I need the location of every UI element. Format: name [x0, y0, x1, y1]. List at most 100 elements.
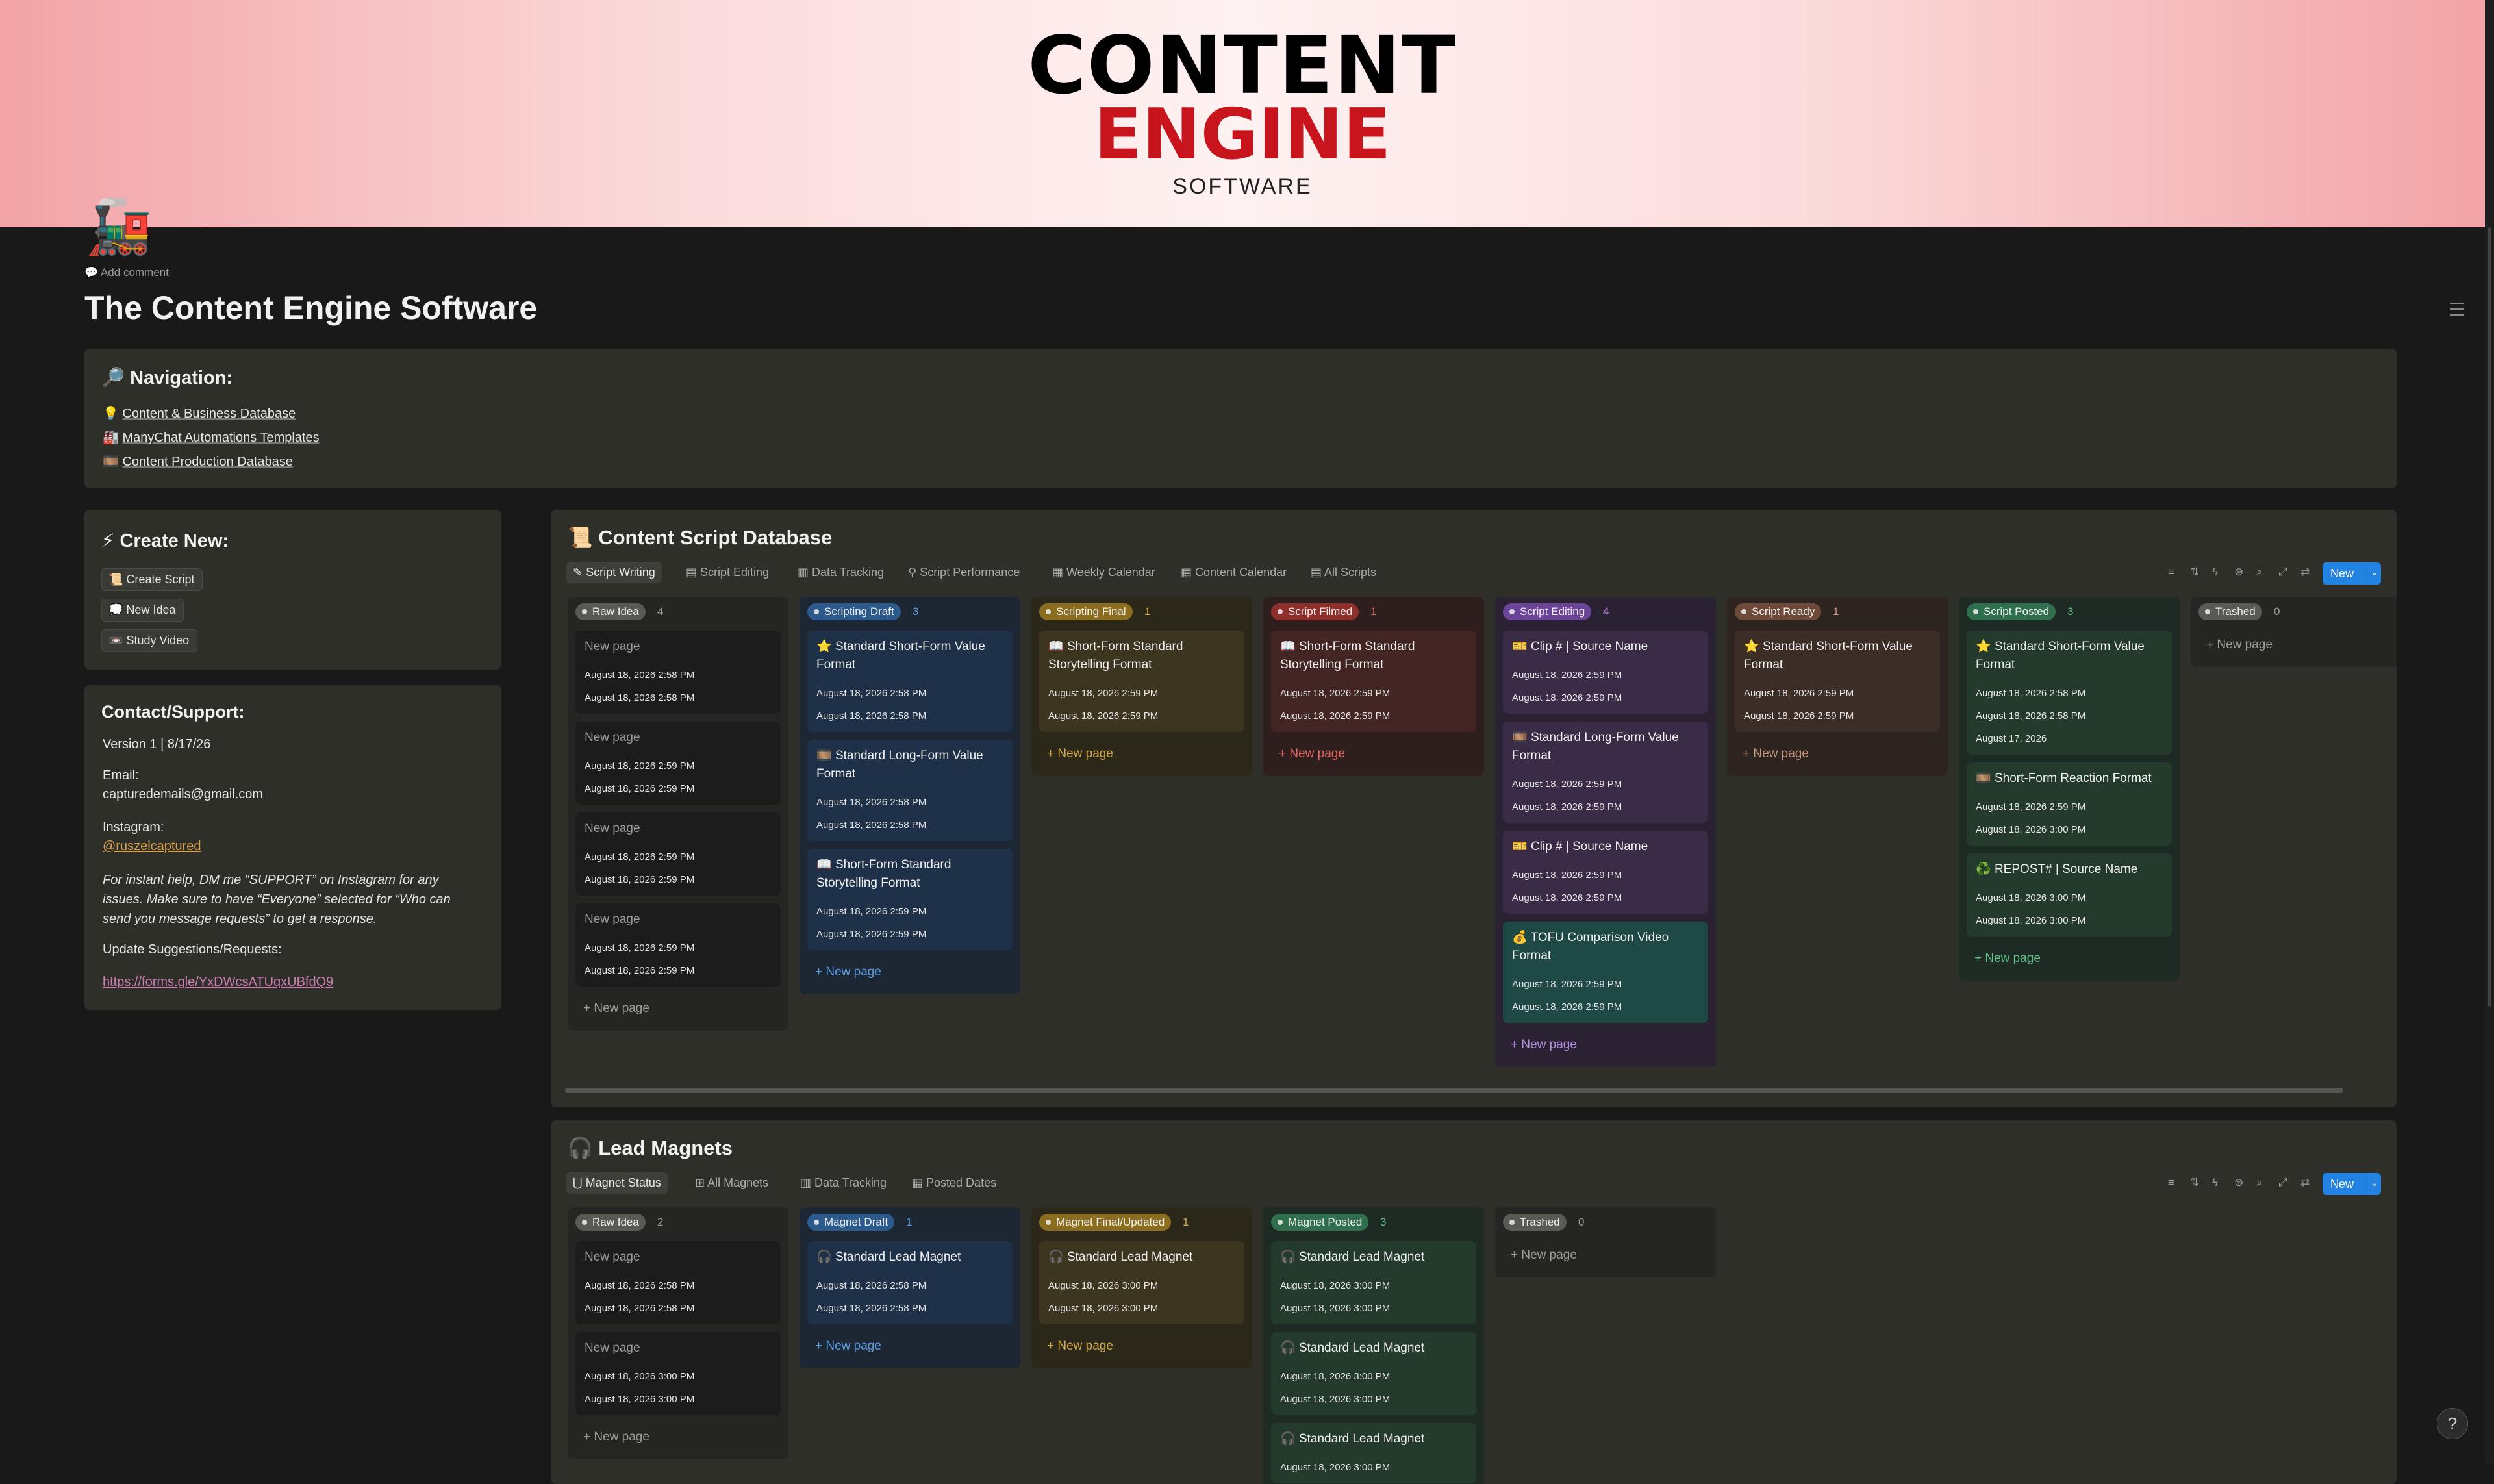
new-page-button[interactable]: + New page — [1271, 740, 1476, 768]
automation-icon[interactable]: ϟ — [2212, 566, 2218, 579]
kanban-card[interactable]: New page August 18, 2026 2:59 PM August 18… — [575, 812, 781, 896]
tab-data-tracking[interactable]: ▥ Data Tracking — [794, 1172, 893, 1194]
column-status-tag[interactable]: Script Editing — [1503, 603, 1592, 620]
kanban-card[interactable]: 🎫 Clip # | Source Name August 18, 2026 2:… — [1503, 631, 1708, 714]
kanban-card[interactable]: New page August 18, 2026 2:58 PM August 18… — [575, 631, 781, 714]
tab-magnet-status[interactable]: ⋃ Magnet Status — [566, 1172, 668, 1194]
tab-script-performance[interactable]: ⚲ Script Performance — [901, 562, 1026, 583]
column-status-tag[interactable]: Magnet Draft — [807, 1214, 895, 1231]
kanban-card[interactable]: 🎞️ Standard Long-Form Value Format August… — [807, 740, 1013, 841]
kanban-card[interactable]: 🎧 Standard Lead Magnet August 18, 2026 3:… — [1271, 1332, 1476, 1415]
new-page-button[interactable]: + New page — [1503, 1241, 1708, 1270]
new-page-button[interactable]: + New page — [1503, 1031, 1708, 1059]
script-db-title[interactable]: 📜 Content Script Database — [568, 525, 832, 549]
help-icon[interactable]: ? — [2437, 1408, 2468, 1439]
kanban-card[interactable]: 🎧 Standard Lead Magnet August 18, 2026 3:… — [1039, 1241, 1244, 1324]
locomotive-icon[interactable]: 🚂 — [86, 195, 152, 260]
form-link[interactable]: https://forms.gle/YxDWcsATUqxUBfdQ9 — [103, 975, 333, 990]
kanban-card[interactable]: 🎧 Standard Lead Magnet August 18, 2026 2:… — [807, 1241, 1013, 1324]
new-magnet-button[interactable]: New ⌄ — [2323, 1173, 2381, 1195]
grid-icon: ⊞ — [695, 1176, 708, 1189]
kanban-card[interactable]: New page August 18, 2026 3:00 PM August 18… — [575, 1332, 781, 1415]
new-page-button[interactable]: + New page — [575, 1423, 781, 1452]
kanban-card[interactable]: 🎞️ Short-Form Reaction Format August 18, … — [1967, 762, 2172, 846]
ai-search-icon[interactable]: ⊛ — [2234, 566, 2243, 579]
column-status-tag[interactable]: Raw Idea — [575, 1214, 646, 1231]
page-title[interactable]: The Content Engine Software — [84, 289, 537, 327]
card-title-text: Standard Lead Magnet — [1298, 1250, 1425, 1264]
tab-content-calendar[interactable]: ▦ Content Calendar — [1174, 562, 1293, 583]
kanban-card[interactable]: ⭐ Standard Short-Form Value Format August… — [1967, 631, 2172, 755]
lead-db-title[interactable]: 🎧 Lead Magnets — [568, 1136, 733, 1160]
column-status-tag[interactable]: Script Ready — [1735, 603, 1822, 620]
column-status-tag[interactable]: Magnet Final/Updated — [1039, 1214, 1172, 1231]
tab-posted-dates[interactable]: ▦ Posted Dates — [905, 1172, 1003, 1194]
nav-link-manychat[interactable]: 🏭 ManyChat Automations Templates — [103, 429, 320, 446]
kanban-card[interactable]: 📖 Short-Form Standard Storytelling Forma… — [807, 849, 1013, 950]
expand-icon[interactable]: ⤢ — [2278, 566, 2287, 579]
new-page-button[interactable]: + New page — [1735, 740, 1940, 768]
instagram-link[interactable]: @ruszelcaptured — [103, 839, 201, 854]
expand-icon[interactable]: ⤢ — [2278, 1176, 2287, 1189]
sort-icon[interactable]: ⇅ — [2190, 566, 2199, 579]
content-script-database: 📜 Content Script Database ✎ Script Writi… — [551, 510, 2397, 1107]
new-script-button[interactable]: New ⌄ — [2323, 562, 2381, 585]
kanban-card[interactable]: 📖 Short-Form Standard Storytelling Forma… — [1271, 631, 1476, 732]
new-page-button[interactable]: + New page — [1039, 1332, 1244, 1361]
automation-icon[interactable]: ϟ — [2212, 1176, 2218, 1189]
search-icon[interactable]: ⌕ — [2256, 1176, 2263, 1189]
kanban-card[interactable]: New page August 18, 2026 2:58 PM August 18… — [575, 1241, 781, 1324]
filter-icon[interactable]: ≡ — [2168, 566, 2174, 579]
new-page-button[interactable]: + New page — [1039, 740, 1244, 768]
kanban-card[interactable]: 🎫 Clip # | Source Name August 18, 2026 2:… — [1503, 831, 1708, 914]
card-title-text: Standard Long-Form Value Format — [816, 749, 983, 781]
column-status-tag[interactable]: Trashed — [2198, 603, 2262, 620]
new-page-button[interactable]: + New page — [575, 994, 781, 1023]
tab-all-scripts[interactable]: ▤ All Scripts — [1304, 562, 1383, 583]
tab-script-editing[interactable]: ▤ Script Editing — [679, 562, 775, 583]
create-script-button[interactable]: 📜 Create Script — [101, 568, 203, 591]
new-page-button[interactable]: + New page — [2198, 631, 2397, 659]
board-scrollbar[interactable] — [565, 1088, 2343, 1093]
column-status-tag[interactable]: Raw Idea — [575, 603, 646, 620]
nav-link-content-business[interactable]: 💡 Content & Business Database — [103, 405, 296, 421]
kanban-card[interactable]: New page August 18, 2026 2:59 PM August 18… — [575, 903, 781, 987]
ai-search-icon[interactable]: ⊛ — [2234, 1176, 2243, 1189]
filter-icon[interactable]: ≡ — [2168, 1176, 2174, 1189]
kanban-card[interactable]: ⭐ Standard Short-Form Value Format August… — [1735, 631, 1940, 732]
nav-link-content-production[interactable]: 🎞️ Content Production Database — [103, 453, 293, 470]
kanban-card[interactable]: 💰 TOFU Comparison Video Format August 18,… — [1503, 922, 1708, 1023]
new-page-button[interactable]: + New page — [807, 1332, 1013, 1361]
tab-data-tracking[interactable]: ▥ Data Tracking — [791, 562, 890, 583]
tab-script-writing[interactable]: ✎ Script Writing — [566, 562, 662, 583]
search-icon[interactable]: ⌕ — [2256, 566, 2263, 579]
settings-icon[interactable]: ⇄ — [2300, 1176, 2310, 1189]
tab-weekly-calendar[interactable]: ▦ Weekly Calendar — [1046, 562, 1162, 583]
study-video-button[interactable]: 📼 Study Video — [101, 629, 198, 652]
kanban-card[interactable]: 🎞️ Standard Long-Form Value Format August… — [1503, 722, 1708, 823]
kanban-card[interactable]: ♻️ REPOST# | Source Name August 18, 2026 … — [1967, 853, 2172, 937]
table-of-contents-icon[interactable] — [2450, 303, 2464, 320]
column-status-tag[interactable]: Magnet Posted — [1271, 1214, 1369, 1231]
kanban-card[interactable]: 🎧 Standard Lead Magnet August 18, 2026 3:… — [1271, 1241, 1476, 1324]
column-status-tag[interactable]: Scripting Final — [1039, 603, 1133, 620]
tab-all-magnets[interactable]: ⊞ All Magnets — [688, 1172, 775, 1194]
pin-icon: ⚲ — [908, 566, 920, 579]
new-page-button[interactable]: + New page — [807, 958, 1013, 987]
add-comment-button[interactable]: 💬 Add comment — [84, 266, 169, 279]
new-idea-button[interactable]: 💭 New Idea — [101, 599, 184, 622]
kanban-card[interactable]: ⭐ Standard Short-Form Value Format August… — [807, 631, 1013, 732]
column-status-tag[interactable]: Script Filmed — [1271, 603, 1359, 620]
plus-icon: + — [1743, 747, 1754, 761]
new-page-button[interactable]: + New page — [1967, 944, 2172, 973]
headphones-icon: 🎧 — [568, 1137, 593, 1159]
settings-icon[interactable]: ⇄ — [2300, 566, 2310, 579]
column-status-tag[interactable]: Script Posted — [1967, 603, 2056, 620]
column-status-tag[interactable]: Trashed — [1503, 1214, 1567, 1231]
sort-icon[interactable]: ⇅ — [2190, 1176, 2199, 1189]
column-status-tag[interactable]: Scripting Draft — [807, 603, 901, 620]
page-scrollbar[interactable] — [2485, 0, 2494, 1465]
kanban-card[interactable]: 🎧 Standard Lead Magnet August 18, 2026 3:… — [1271, 1423, 1476, 1483]
kanban-card[interactable]: 📖 Short-Form Standard Storytelling Forma… — [1039, 631, 1244, 732]
kanban-card[interactable]: New page August 18, 2026 2:59 PM August 18… — [575, 722, 781, 805]
